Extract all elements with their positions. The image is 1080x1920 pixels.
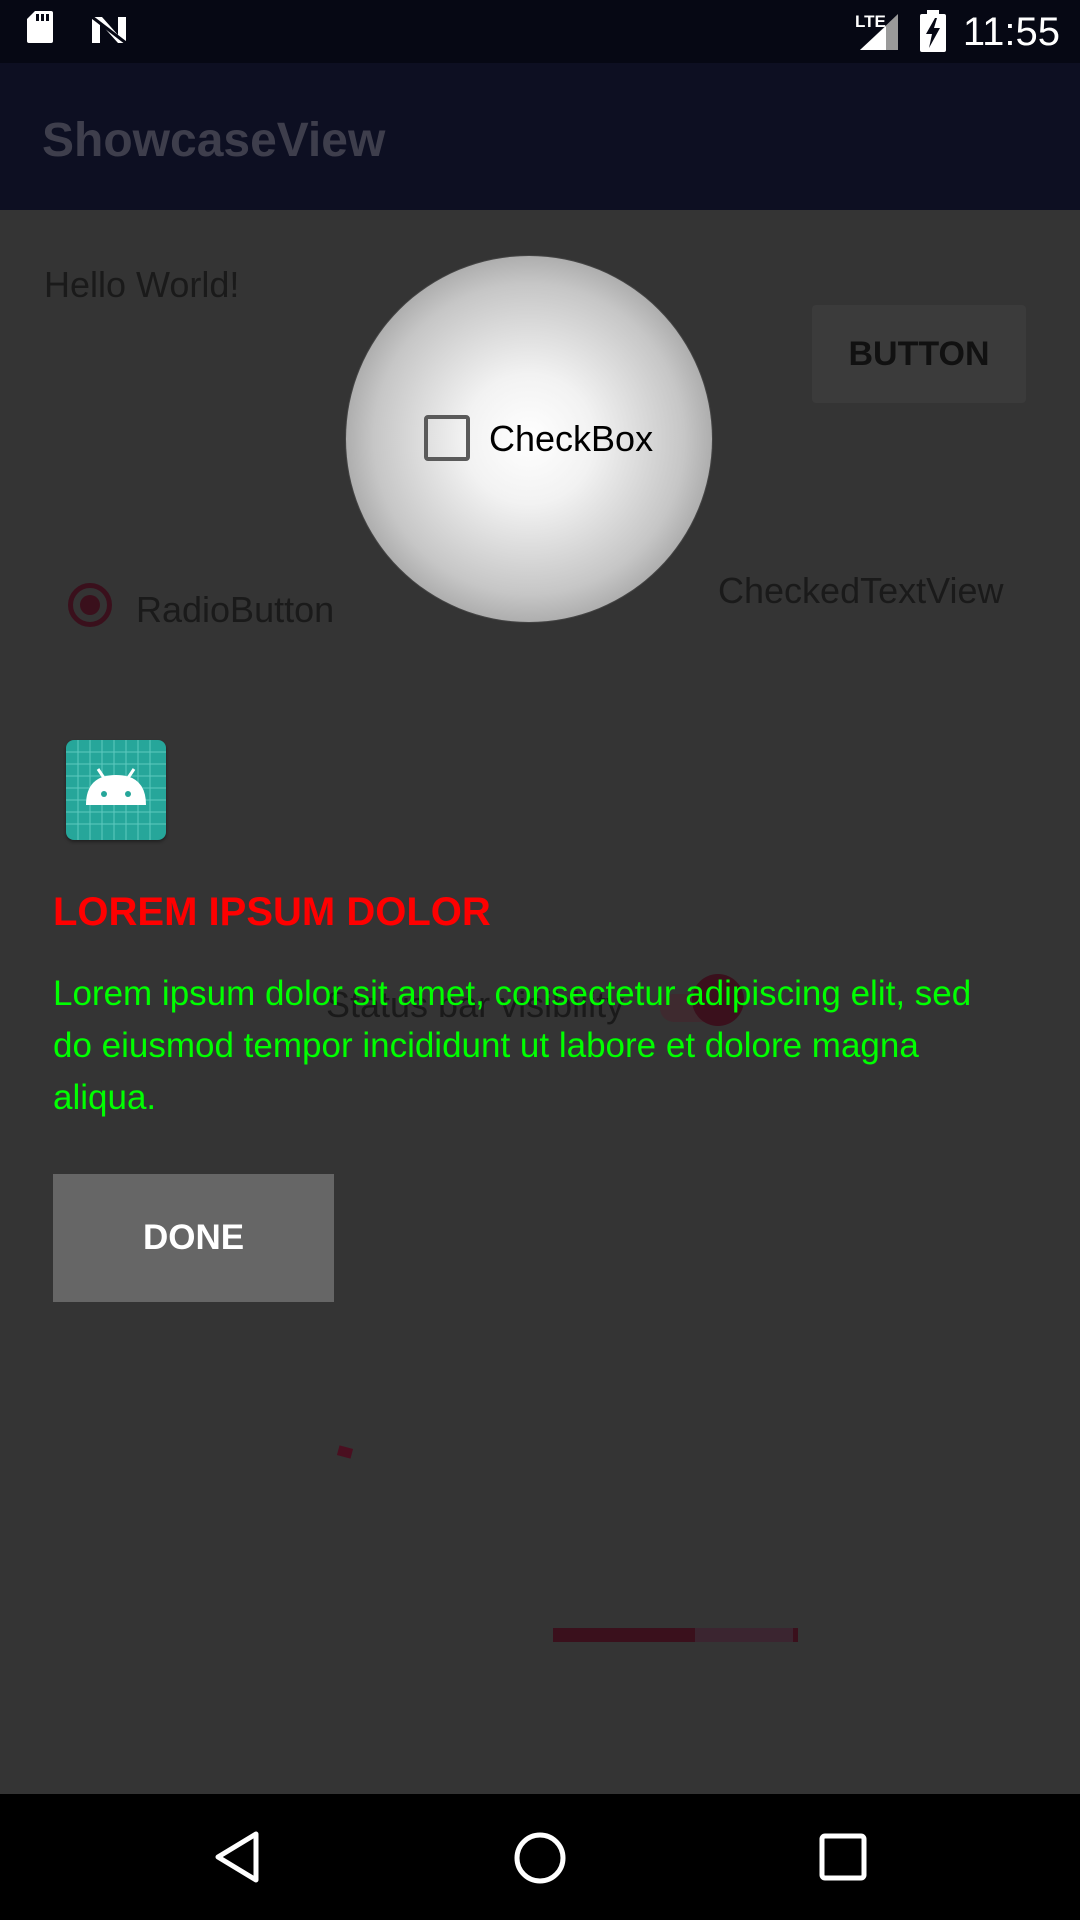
showcase-title: LOREM IPSUM DOLOR [53,890,491,934]
button[interactable]: BUTTON [812,305,1026,403]
checkbox-label[interactable]: CheckBox [489,418,653,460]
showcase-text: Lorem ipsum dolor sit amet, consectetur … [53,974,972,1117]
battery-charging-icon [920,10,946,52]
progress-bar-end [793,1628,798,1642]
status-bar: LTE 11:55 [0,0,1080,63]
sd-card-icon [27,11,53,43]
app-title: ShowcaseView [42,114,386,167]
progress-spinner [336,1445,354,1459]
n-notification-icon [91,15,127,45]
checkbox[interactable] [424,415,470,461]
progress-bar-fill [553,1628,695,1642]
done-button[interactable]: DONE [53,1174,334,1302]
navigation-bar [0,1794,1080,1920]
recents-icon[interactable] [818,1832,868,1882]
back-icon[interactable] [212,1830,262,1884]
lte-signal-icon [860,14,898,50]
android-app-icon [66,740,166,840]
radio-selected-dot [80,595,100,615]
status-time: 11:55 [962,10,1060,54]
app-bar: ShowcaseView [0,63,1080,210]
checked-text-view[interactable]: CheckedTextView [718,570,1004,612]
radio-button-label: RadioButton [136,589,335,630]
hello-world-text: Hello World! [44,264,240,305]
home-icon[interactable] [512,1830,568,1886]
